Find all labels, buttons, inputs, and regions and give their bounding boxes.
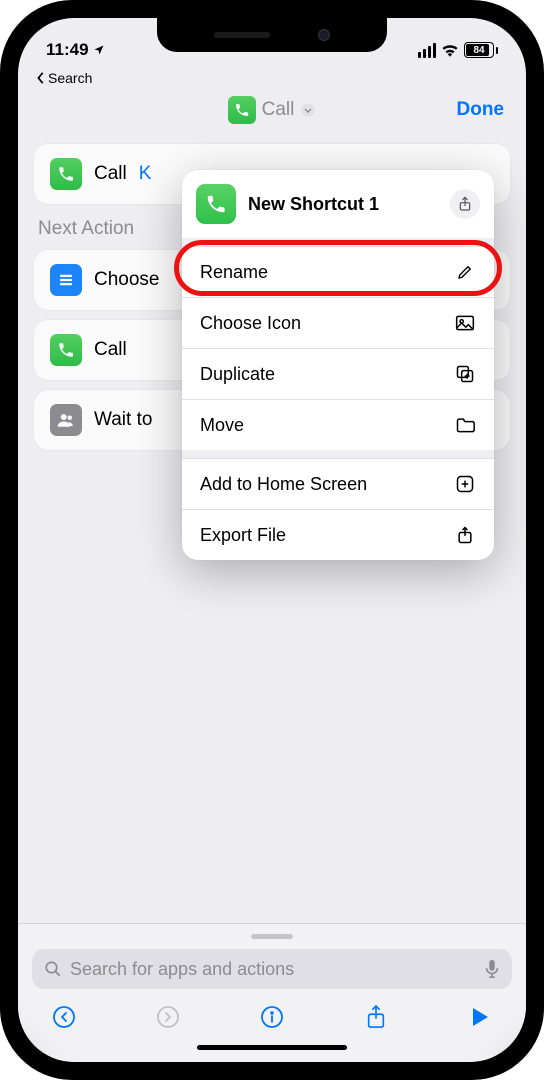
battery-icon: 84 (464, 42, 498, 58)
menu-label: Export File (200, 525, 286, 546)
menu-add-home[interactable]: Add to Home Screen (182, 458, 494, 509)
screen: 11:49 84 Search Call (18, 18, 526, 1062)
search-placeholder: Search for apps and actions (70, 959, 476, 980)
share-button[interactable] (450, 189, 480, 219)
redo-button[interactable] (154, 1003, 182, 1031)
phone-icon (196, 184, 236, 224)
menu-duplicate[interactable]: Duplicate (182, 348, 494, 399)
back-label: Search (48, 70, 92, 86)
menu-export[interactable]: Export File (182, 509, 494, 560)
chevron-left-icon (36, 72, 46, 84)
undo-button[interactable] (50, 1003, 78, 1031)
home-indicator[interactable] (197, 1045, 347, 1050)
phone-icon (228, 96, 256, 124)
menu-move[interactable]: Move (182, 399, 494, 450)
back-to-search[interactable]: Search (18, 70, 526, 88)
share-button[interactable] (362, 1003, 390, 1031)
location-arrow-icon (93, 44, 105, 56)
info-button[interactable] (258, 1003, 286, 1031)
phone-icon (50, 334, 82, 366)
status-time-group: 11:49 (46, 40, 105, 60)
suggestion-label: Choose (94, 269, 160, 291)
chevron-down-icon (300, 102, 316, 118)
menu-label: Move (200, 415, 244, 436)
run-button[interactable] (466, 1003, 494, 1031)
suggestion-label: Wait to (94, 409, 152, 431)
nav-title-dropdown[interactable]: Call (228, 96, 317, 124)
duplicate-icon (454, 363, 476, 385)
folder-icon (454, 414, 476, 436)
export-icon (454, 524, 476, 546)
phone-frame: 11:49 84 Search Call (0, 0, 544, 1080)
menu-label: Add to Home Screen (200, 474, 367, 495)
contacts-icon (50, 404, 82, 436)
shortcut-options-popover: New Shortcut 1 Rename Choose Icon Duplic (182, 170, 494, 560)
battery-percent: 84 (473, 45, 484, 56)
add-square-icon (454, 473, 476, 495)
popover-title: New Shortcut 1 (248, 194, 438, 215)
image-icon (454, 312, 476, 334)
done-button[interactable]: Done (457, 99, 505, 121)
popover-header: New Shortcut 1 (182, 170, 494, 238)
nav-title: Call (262, 99, 295, 121)
pencil-icon (454, 261, 476, 283)
editor-toolbar (32, 989, 512, 1033)
microphone-icon[interactable] (484, 959, 500, 979)
search-input[interactable]: Search for apps and actions (32, 949, 512, 989)
suggestion-label: Call (94, 339, 127, 361)
notch (157, 18, 387, 52)
menu-label: Duplicate (200, 364, 275, 385)
menu-label: Choose Icon (200, 313, 301, 334)
phone-icon (50, 158, 82, 190)
menu-icon (50, 264, 82, 296)
status-right: 84 (418, 42, 498, 58)
menu-label: Rename (200, 262, 268, 283)
cellular-icon (418, 43, 436, 58)
status-time: 11:49 (46, 40, 89, 60)
action-label: Call (94, 163, 127, 185)
share-icon (457, 196, 473, 212)
search-icon (44, 960, 62, 978)
bottom-panel: Search for apps and actions (18, 923, 526, 1062)
wifi-icon (441, 43, 459, 57)
menu-choose-icon[interactable]: Choose Icon (182, 297, 494, 348)
menu-rename[interactable]: Rename (182, 246, 494, 297)
action-parameter[interactable]: K (139, 163, 152, 185)
nav-bar: Call Done (18, 88, 526, 132)
sheet-grabber[interactable] (251, 934, 293, 939)
